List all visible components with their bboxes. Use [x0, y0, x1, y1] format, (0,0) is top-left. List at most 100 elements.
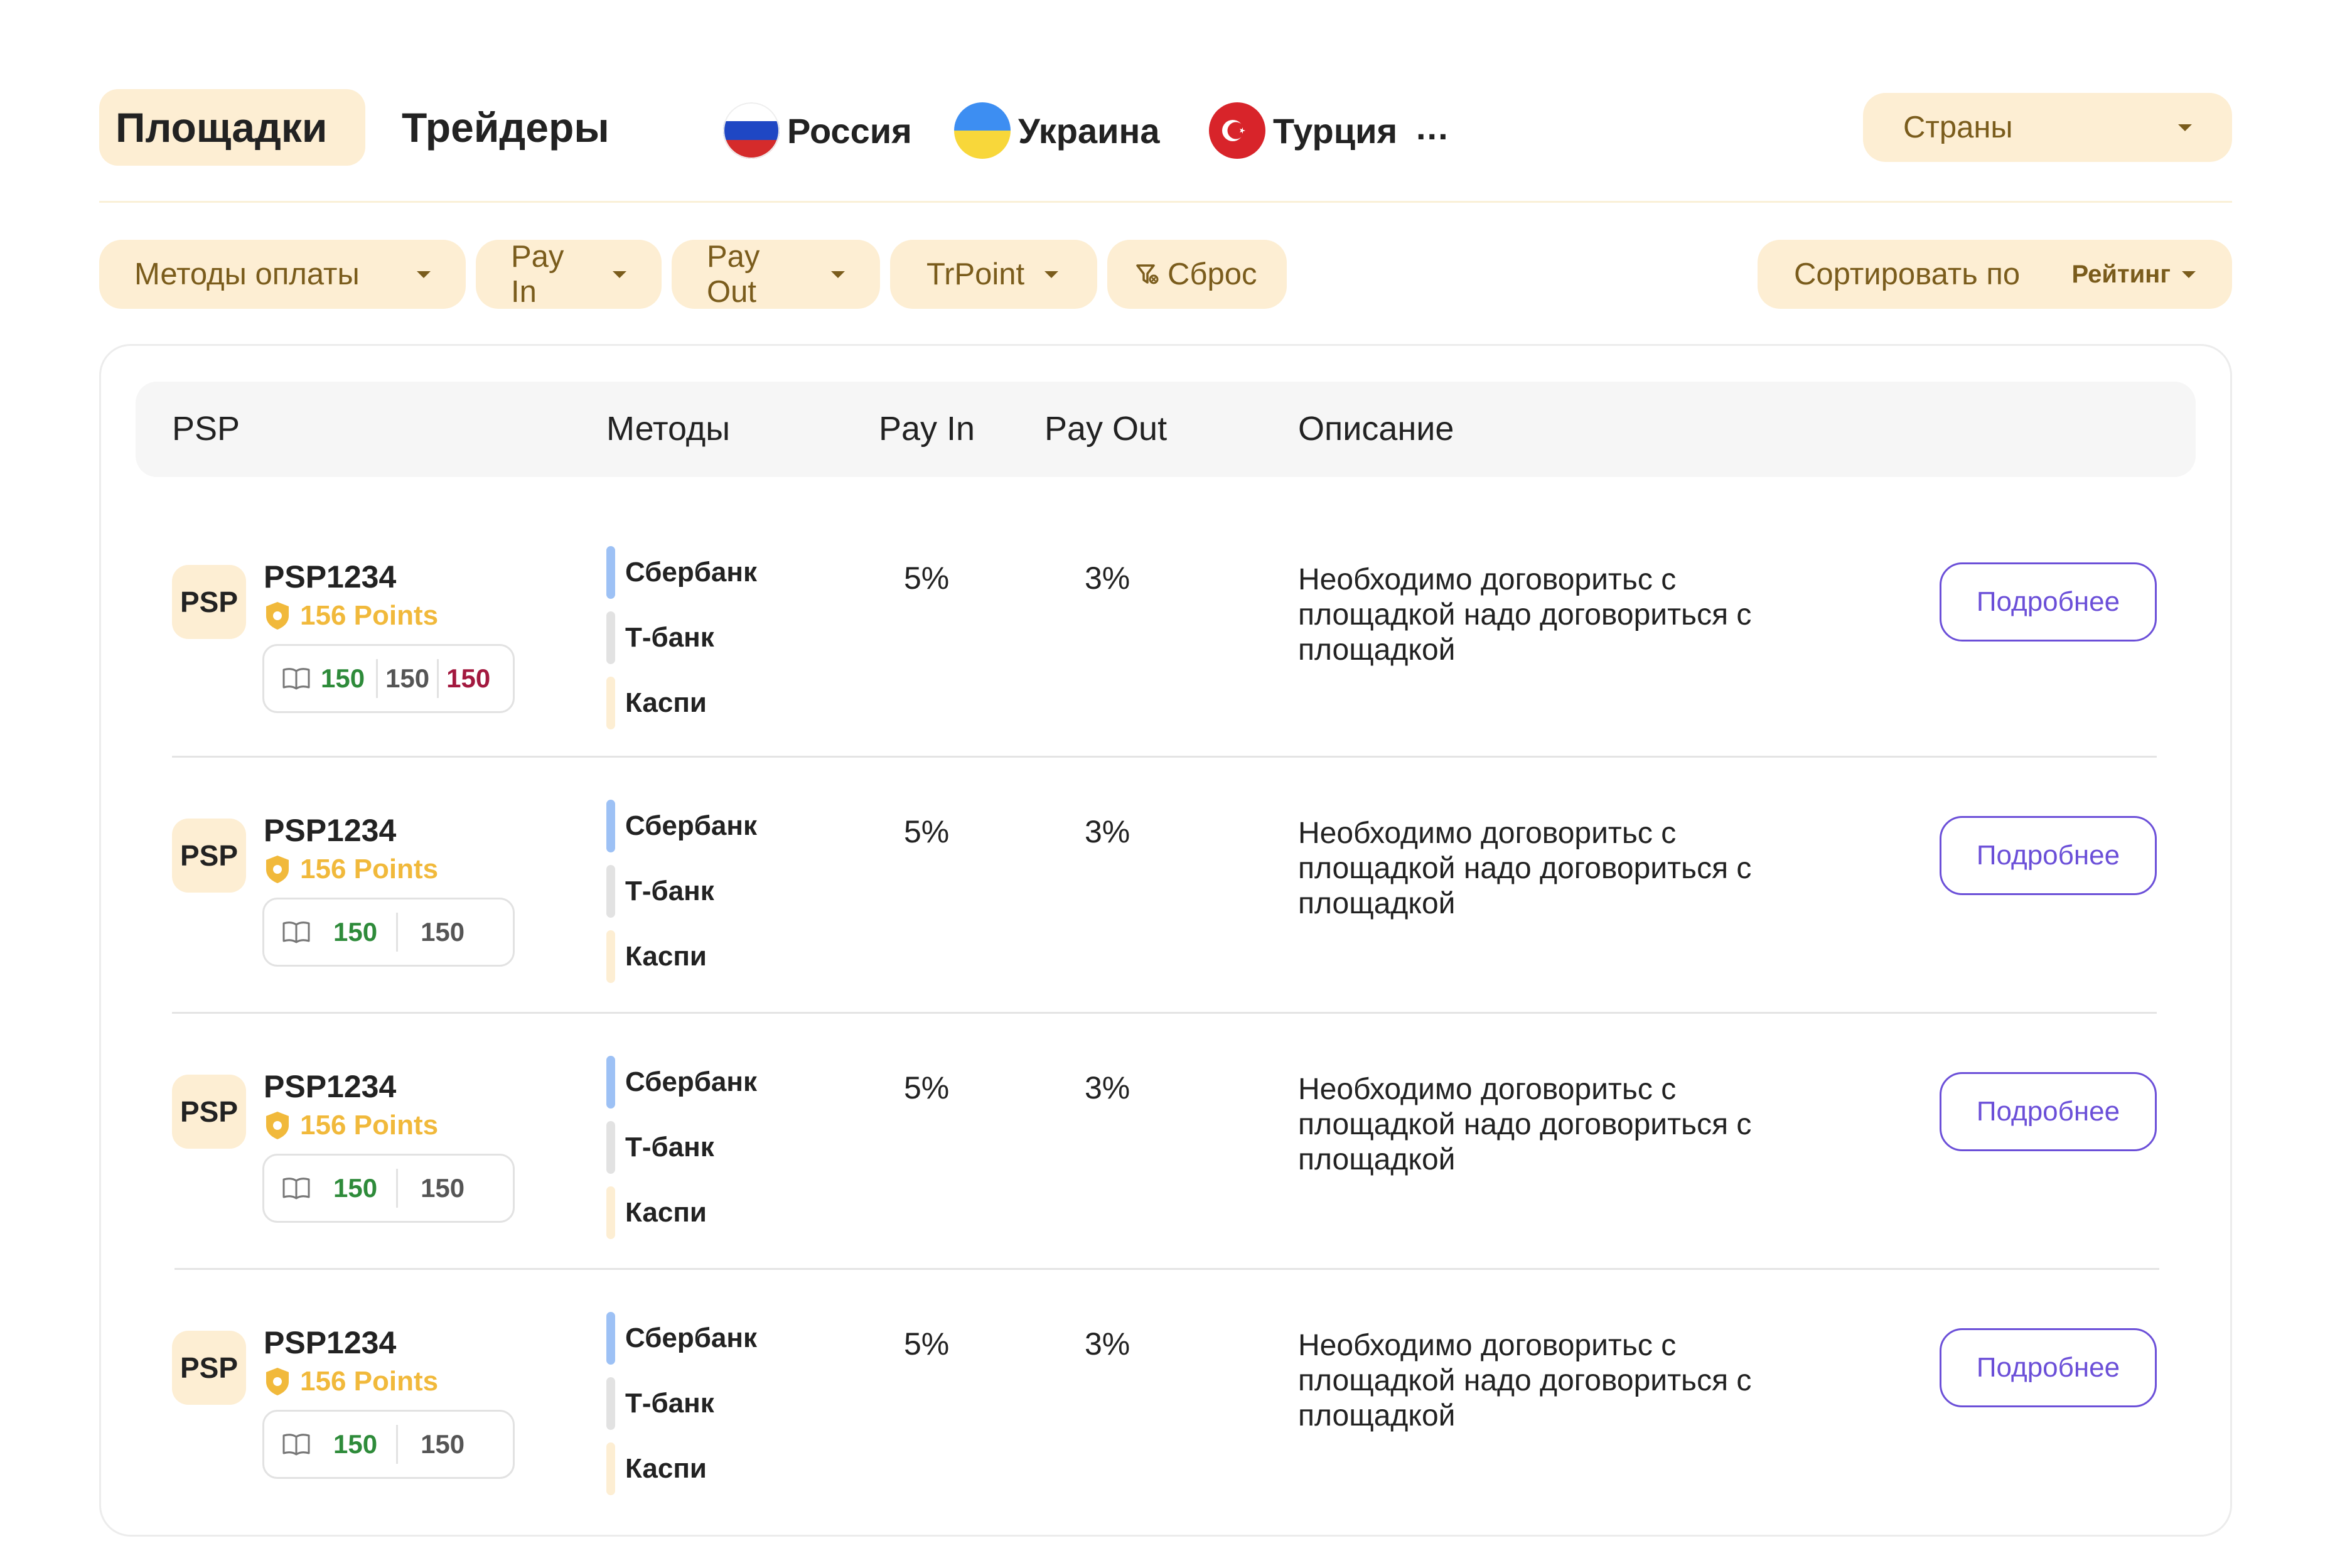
psp-logo: PSP: [172, 565, 246, 639]
tab-traders[interactable]: Трейдеры: [402, 89, 609, 166]
points-value: 156 Points: [300, 1110, 439, 1141]
method-color-bar: [606, 1186, 615, 1239]
method-color-bar: [606, 546, 615, 599]
psp-stats: 150 150: [262, 1410, 515, 1479]
description-text: Необходимо договоритьс с площадкой надо …: [1298, 1073, 1752, 1176]
method-item: Сбербанк: [606, 800, 757, 852]
column-header-pay-in: Pay In: [879, 410, 975, 448]
method-color-bar: [606, 611, 615, 664]
pay-in-value: 5%: [904, 814, 950, 849]
pay-in-value: 5%: [904, 1070, 950, 1105]
method-item: Каспи: [606, 1442, 707, 1495]
ukraine-flag-icon: [954, 102, 1011, 159]
reset-filters-label: Сброс: [1168, 257, 1257, 291]
description-text: Необходимо договоритьс с площадкой надо …: [1298, 817, 1752, 920]
stat-positive: 150: [333, 1173, 378, 1203]
method-label: Сбербанк: [625, 810, 757, 841]
chevron-down-icon: [831, 271, 845, 278]
countries-select[interactable]: Страны: [1863, 93, 2232, 162]
russia-flag-icon: [723, 102, 780, 159]
points-value: 156 Points: [300, 854, 439, 884]
stat-neutral: 150: [421, 917, 465, 947]
psp-name: PSP1234: [264, 1325, 397, 1360]
sort-value: Рейтинг: [2071, 260, 2171, 288]
turkey-flag-icon: [1209, 102, 1265, 159]
shield-icon: [266, 1368, 289, 1395]
method-label: Т-банк: [625, 1132, 714, 1163]
details-button[interactable]: Подробнее: [1940, 1072, 2157, 1151]
method-label: Т-банк: [625, 1388, 714, 1419]
table-row: PSP PSP1234 156 Points 150 150 Сбербанк …: [0, 1312, 2330, 1568]
pay-out-value: 3%: [1085, 1070, 1130, 1105]
stat-negative: 150: [446, 663, 491, 693]
method-label: Каспи: [625, 1453, 707, 1484]
method-item: Каспи: [606, 677, 707, 729]
pay-in-filter-label: Pay In: [511, 240, 564, 309]
method-color-bar: [606, 865, 615, 918]
book-icon: [282, 920, 311, 944]
details-button[interactable]: Подробнее: [1940, 562, 2157, 642]
country-turkey[interactable]: Турция: [1209, 100, 1397, 161]
pay-out-filter[interactable]: Pay Out: [672, 240, 880, 309]
chevron-down-icon: [2182, 271, 2196, 278]
method-label: Каспи: [625, 941, 707, 972]
payment-methods-filter[interactable]: Методы оплаты: [99, 240, 466, 309]
country-turkey-label: Турция: [1273, 110, 1398, 151]
sort-select[interactable]: Сортировать по Рейтинг: [1758, 240, 2232, 309]
shield-icon: [266, 1112, 289, 1139]
method-item: Каспи: [606, 1186, 707, 1239]
psp-name: PSP1234: [264, 1069, 397, 1104]
table-row: PSP PSP1234 156 Points 150 150 150 Сберб…: [0, 546, 2330, 802]
chevron-down-icon: [417, 271, 431, 278]
book-icon: [282, 1176, 311, 1200]
countries-select-label: Страны: [1903, 110, 2013, 144]
points-value: 156 Points: [300, 1366, 439, 1397]
shield-icon: [266, 602, 289, 630]
psp-name: PSP1234: [264, 813, 397, 848]
payment-methods-filter-label: Методы оплаты: [134, 257, 360, 291]
method-label: Каспи: [625, 687, 707, 718]
psp-name: PSP1234: [264, 559, 397, 594]
method-item: Сбербанк: [606, 1312, 757, 1365]
method-item: Т-банк: [606, 865, 714, 918]
row-divider: [172, 756, 2157, 758]
pay-out-value: 3%: [1085, 814, 1130, 849]
reset-filters-button[interactable]: Сброс: [1107, 240, 1287, 309]
method-item: Сбербанк: [606, 1056, 757, 1109]
points-value: 156 Points: [300, 600, 439, 631]
country-ukraine[interactable]: Украина: [954, 100, 1159, 161]
psp-logo: PSP: [172, 819, 246, 893]
method-label: Сбербанк: [625, 1066, 757, 1097]
pay-out-value: 3%: [1085, 1326, 1130, 1361]
more-countries-button[interactable]: ...: [1416, 107, 1449, 148]
details-button[interactable]: Подробнее: [1940, 816, 2157, 895]
stat-neutral: 150: [421, 1173, 465, 1203]
description-text: Необходимо договоритьс с площадкой надо …: [1298, 1329, 1752, 1432]
method-label: Сбербанк: [625, 557, 757, 588]
pay-out-value: 3%: [1085, 561, 1130, 596]
book-icon: [282, 1432, 311, 1456]
chevron-down-icon: [2178, 124, 2192, 131]
stat-neutral: 150: [385, 663, 430, 693]
header-divider: [99, 201, 2232, 203]
method-color-bar: [606, 677, 615, 729]
column-header-pay-out: Pay Out: [1044, 410, 1168, 448]
method-color-bar: [606, 930, 615, 983]
points-badge: 156 Points: [264, 600, 438, 631]
psp-logo: PSP: [172, 1331, 246, 1405]
points-badge: 156 Points: [264, 1366, 438, 1397]
method-label: Сбербанк: [625, 1323, 757, 1353]
stat-positive: 150: [333, 917, 378, 947]
method-color-bar: [606, 1377, 615, 1430]
method-label: Т-банк: [625, 622, 714, 653]
method-color-bar: [606, 800, 615, 852]
method-color-bar: [606, 1056, 615, 1109]
method-item: Т-банк: [606, 1121, 714, 1174]
book-icon: [282, 667, 311, 690]
pay-in-filter[interactable]: Pay In: [476, 240, 662, 309]
tab-platforms[interactable]: Площадки: [99, 89, 365, 166]
details-button[interactable]: Подробнее: [1940, 1328, 2157, 1407]
country-russia[interactable]: Россия: [723, 100, 912, 161]
psp-stats: 150 150: [262, 898, 515, 967]
trpoint-filter[interactable]: TrPoint: [890, 240, 1097, 309]
